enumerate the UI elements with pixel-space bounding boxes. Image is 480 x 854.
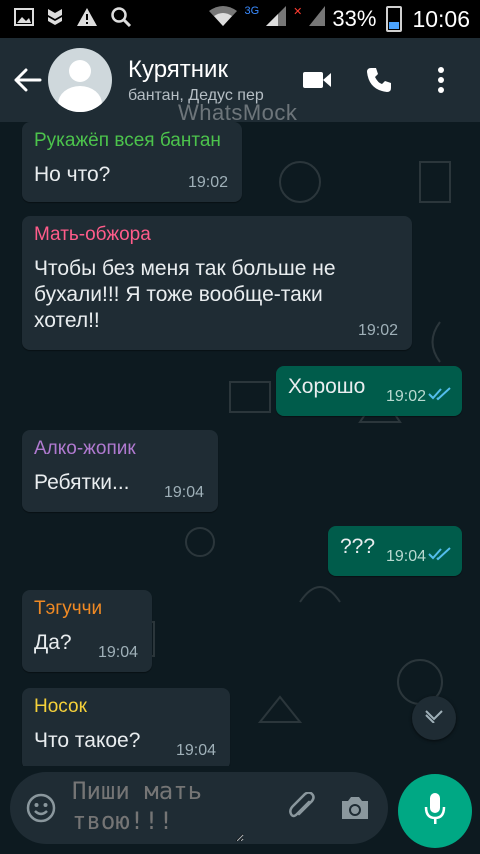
- message-text: Чтобы без меня так больше не бухали!!! Я…: [34, 257, 336, 332]
- message-sender: Алко-жопик: [34, 438, 136, 459]
- voice-message-button[interactable]: [398, 774, 472, 848]
- message-input[interactable]: [70, 774, 244, 842]
- signal-icon: [265, 5, 287, 33]
- chevron-down-icon: [424, 709, 444, 728]
- warning-icon: [76, 7, 98, 32]
- message-sender: Мать-обжора: [34, 224, 151, 245]
- message-bubble-incoming[interactable]: Мать-обжора Чтобы без меня так больше не…: [22, 216, 412, 350]
- attach-icon[interactable]: [284, 790, 320, 826]
- message-sender: Тэгуччи: [34, 598, 103, 619]
- message-sender: Носок: [34, 696, 87, 717]
- message-bubble-incoming[interactable]: Тэгуччи Да? 19:04: [22, 590, 152, 672]
- network-type: 3G: [244, 5, 260, 17]
- camera-icon[interactable]: [338, 791, 372, 825]
- message-time: 19:04: [385, 548, 426, 565]
- status-time: 10:06: [412, 5, 470, 32]
- message-time: 19:02: [385, 388, 426, 405]
- message-composer: [10, 772, 388, 844]
- battery-percent: 33%: [332, 6, 377, 31]
- video-call-icon[interactable]: [300, 63, 334, 97]
- message-time: 19:04: [175, 742, 216, 759]
- double-check-read-icon: [428, 547, 452, 566]
- chat-area[interactable]: Рукажёп всея бантан Но что? 19:02 Мать-о…: [0, 122, 480, 766]
- message-bubble-incoming[interactable]: Носок Что такое? 19:04: [22, 688, 230, 766]
- back-arrow-icon[interactable]: [8, 60, 48, 100]
- battery-icon: [386, 6, 403, 32]
- message-bubble-incoming[interactable]: Рукажёп всея бантан Но что? 19:02: [22, 122, 242, 202]
- status-bar: 3G ✕ 33% 10:06: [0, 0, 480, 38]
- scroll-down-button[interactable]: [412, 696, 456, 740]
- signal-icon-2: [308, 5, 326, 33]
- message-bubble-outgoing[interactable]: Хорошо 19:02: [276, 366, 462, 416]
- chat-title: Курятник: [128, 55, 228, 83]
- message-time: 19:04: [163, 484, 204, 501]
- phone-icon[interactable]: [362, 63, 396, 97]
- emoji-icon[interactable]: [24, 791, 58, 825]
- message-sender: Рукажёп всея бантан: [34, 130, 221, 151]
- picture-icon: [14, 7, 34, 31]
- search-icon: [110, 6, 132, 33]
- message-bubble-outgoing[interactable]: ??? 19:04: [328, 526, 462, 576]
- chat-info[interactable]: Курятник бантан, Дедус пер: [128, 56, 288, 105]
- wifi-icon: [208, 5, 238, 33]
- avatar[interactable]: [48, 48, 112, 112]
- message-time: 19:04: [97, 644, 138, 661]
- microphone-icon: [423, 792, 447, 831]
- double-check-read-icon: [428, 387, 452, 406]
- message-time: 19:02: [187, 174, 228, 191]
- more-vertical-icon[interactable]: [424, 63, 458, 97]
- signal-x-icon: ✕: [293, 5, 303, 18]
- message-time: 19:02: [357, 322, 398, 339]
- message-bubble-incoming[interactable]: Алко-жопик Ребятки... 19:04: [22, 430, 218, 512]
- shield-icon: [46, 7, 64, 32]
